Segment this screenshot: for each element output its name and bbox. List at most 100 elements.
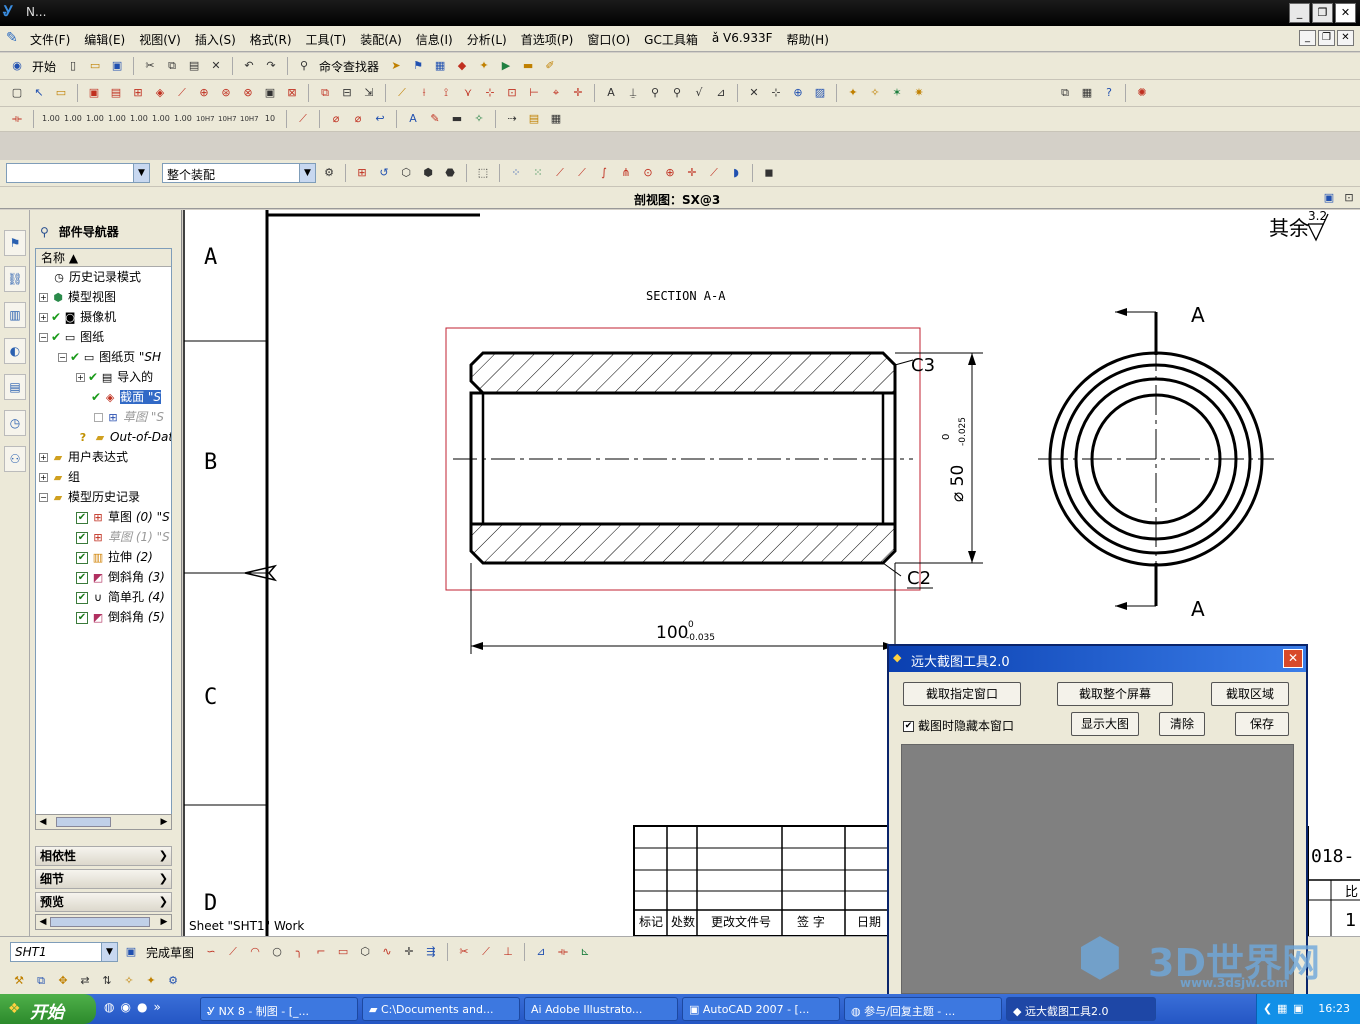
feature-icon-1[interactable]: ✦ [844,84,862,102]
image-icon[interactable]: ▨ [811,84,829,102]
menu-insert[interactable]: 插入(S) [195,31,236,48]
snap-quadrant-icon[interactable]: ⊕ [661,164,679,182]
dim-style-6-icon[interactable]: 1.00 [151,110,170,128]
capture-screen-button[interactable]: 截取整个屏幕 [1057,682,1173,706]
circle-icon[interactable]: ○ [268,943,286,961]
settings-wheel-icon[interactable]: ✺ [1133,84,1151,102]
datum-feature-icon[interactable]: ⍊ [624,84,642,102]
diameter-icon[interactable]: ⌀ [327,110,345,128]
selection-scope-combo[interactable]: 整个装配 ▼ [162,163,316,183]
view-triad-icon[interactable]: ⧉ [1056,84,1074,102]
view-base-icon[interactable]: ▣ [85,84,103,102]
text-icon[interactable]: A [404,110,422,128]
table-icon[interactable]: ▦ [1078,84,1096,102]
rectangle-icon[interactable]: ▭ [334,943,352,961]
note-icon[interactable]: A [602,84,620,102]
start-menu-button[interactable]: ❖ 开始 [0,994,96,1024]
tree-node-chamfer-3[interactable]: ✔ ◩ 倒斜角 (3) [36,567,171,587]
assembly-navigator-tab-icon[interactable]: ⚑ [4,230,26,256]
pencil-icon[interactable]: ✐ [541,57,559,75]
messenger-icon[interactable]: ◉ [120,1000,130,1014]
arrow-icon[interactable]: ⇢ [503,110,521,128]
menu-gc-toolbox[interactable]: GC工具箱 [644,31,698,48]
qq-icon[interactable]: ● [137,1000,147,1014]
extra-tool-2-icon[interactable]: ⧉ [32,972,50,990]
start-button[interactable]: 开始 [32,58,56,75]
text-edit-icon[interactable]: ✎ [426,110,444,128]
tree-node-model-history[interactable]: − ▰ 模型历史记录 [36,487,171,507]
tree-node-imported[interactable]: + ✔ ▤ 导入的 [36,367,171,387]
dim-style-7-icon[interactable]: 1.00 [173,110,192,128]
tree-node-sketch-grey[interactable]: ⊞ 草图 "S [36,407,171,427]
rect-select-icon[interactable]: ⬚ [474,164,492,182]
view-toggle-icon[interactable]: ▣ [1320,189,1338,207]
command-finder-button[interactable]: 命令查找器 [319,58,379,75]
save-icon[interactable]: ▣ [108,57,126,75]
snap-intersection-icon[interactable]: ⋔ [617,164,635,182]
tray-arrow-icon[interactable]: ❮ [1263,1002,1272,1015]
fit-tol-4-icon[interactable]: 10 [261,110,279,128]
mdi-close-button[interactable]: ✕ [1337,30,1354,46]
filter-reset-icon[interactable]: ⚙ [320,164,338,182]
menu-view[interactable]: 视图(V) [139,31,181,48]
extra-tool-4-icon[interactable]: ⇄ [76,972,94,990]
clock-tab-icon[interactable]: ◷ [4,410,26,436]
delete-x-icon[interactable]: ✕ [745,84,763,102]
nx-menu-icon[interactable]: ✎ [6,30,24,48]
tree-node-sketch-0[interactable]: ✔ ⊞ 草图 (0) "S [36,507,171,527]
snap-existing-icon[interactable]: ✛ [683,164,701,182]
snap-point-icon[interactable]: ⁘ [507,164,525,182]
snap-face-icon[interactable]: ◗ [727,164,745,182]
cross-icon[interactable]: ✛ [569,84,587,102]
menu-info[interactable]: 信息(I) [416,31,453,48]
menu-preferences[interactable]: 首选项(P) [521,31,574,48]
dim-style-3-icon[interactable]: 1.00 [85,110,104,128]
select-face-icon[interactable]: ⬢ [419,164,437,182]
paste-icon[interactable]: ▤ [185,57,203,75]
quick-extend-icon[interactable]: ⟋ [477,943,495,961]
render-icon[interactable]: ▶ [497,57,515,75]
bolt-circle-icon[interactable]: ⟟ [437,84,455,102]
menu-window[interactable]: 窗口(O) [587,31,630,48]
fit-tol-1-icon[interactable]: 10H7 [195,110,215,128]
checkbox-checked-icon[interactable]: ✔ [76,571,88,584]
task-illustrator[interactable]: Ai Adobe Illustrato... [524,997,678,1021]
general-select-icon[interactable]: ⊞ [353,164,371,182]
view-section-icon[interactable]: ◈ [151,84,169,102]
tree-node-simple-hole[interactable]: ✔ ∪ 简单孔 (4) [36,587,171,607]
cylinder-center-icon[interactable]: ⊡ [503,84,521,102]
checkbox-checked-icon[interactable]: ✔ [76,511,88,524]
retain-icon[interactable]: ↩ [371,110,389,128]
dimension-icon[interactable]: ⟛ [8,110,26,128]
new-icon[interactable]: ▯ [64,57,82,75]
length-dimension[interactable]: 100 0 -0.035 [470,563,896,654]
navigator-tree[interactable]: 名称 ▲ ◷ 历史记录模式 + ⬢ 模型视图 + ✔ ◙ 摄像机 − ✔ ▭ 图纸 − ✔ ▭ 图纸页 … [35,248,172,826]
fillet-icon[interactable]: ╮ [290,943,308,961]
snap-center-icon[interactable]: ⊙ [639,164,657,182]
dialog-title-bar[interactable]: ◆ 远大截图工具2.0 ✕ [889,646,1306,672]
finish-sketch-icon[interactable]: ▣ [122,943,140,961]
fit-tol-2-icon[interactable]: 10H7 [217,110,237,128]
polygon-icon[interactable]: ⬡ [356,943,374,961]
sheet-combo[interactable]: SHT1 ▼ [10,942,118,962]
view-detail-icon[interactable]: ⊞ [129,84,147,102]
view-revolved-icon[interactable]: ⊛ [217,84,235,102]
tabular-icon[interactable]: ▦ [547,110,565,128]
snap-icon[interactable]: ⚑ [409,57,427,75]
extra-tool-8-icon[interactable]: ⚙ [164,972,182,990]
symbol-icon[interactable]: ✧ [470,110,488,128]
extra-tool-1-icon[interactable]: ⚒ [10,972,28,990]
feature-icon-3[interactable]: ✶ [888,84,906,102]
checkbox-checked-icon[interactable]: ✔ [76,591,88,604]
chevron-down-icon[interactable]: ▼ [101,943,117,961]
collapse-icon[interactable]: − [39,493,48,502]
tree-node-extrude[interactable]: ✔ ▥ 拉伸 (2) [36,547,171,567]
view-break-icon[interactable]: ⟋ [173,84,191,102]
clear-button[interactable]: 清除 [1159,712,1205,736]
view-display-icon[interactable]: ⧉ [316,84,334,102]
checkbox-checked-icon[interactable]: ✔ [903,721,914,732]
dim-style-4-icon[interactable]: 1.00 [107,110,126,128]
type-filter-combo[interactable]: ▼ [6,163,150,183]
view-halfsection-icon[interactable]: ⊕ [195,84,213,102]
menu-analysis[interactable]: 分析(L) [467,31,507,48]
